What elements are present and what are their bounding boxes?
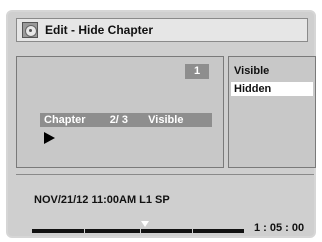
chapter-separator — [84, 229, 85, 233]
menu-item-hidden[interactable]: Hidden — [231, 82, 313, 96]
playback-position-marker — [141, 221, 149, 227]
chapter-position: 2/ 3 — [109, 114, 129, 126]
hide-chapter-menu: Visible Hidden — [228, 56, 316, 168]
chapter-state: Visible — [148, 114, 184, 126]
page-title: Edit - Hide Chapter — [45, 23, 154, 37]
play-icon — [44, 132, 55, 144]
divider — [16, 174, 314, 175]
title-bar: Edit - Hide Chapter — [16, 18, 308, 42]
chapter-number-badge: 1 — [185, 64, 209, 79]
recording-info: NOV/21/12 11:00AM L1 SP — [34, 194, 170, 206]
menu-item-visible[interactable]: Visible — [231, 64, 313, 78]
disc-icon — [22, 22, 38, 38]
playback-progress-bar — [32, 229, 244, 233]
chapter-info-bar: Chapter 2/ 3 Visible — [40, 113, 212, 127]
chapter-label: Chapter — [44, 114, 86, 126]
chapter-separator — [140, 229, 141, 233]
playback-time: 1 : 05 : 00 — [254, 222, 305, 234]
chapter-separator — [192, 229, 193, 233]
